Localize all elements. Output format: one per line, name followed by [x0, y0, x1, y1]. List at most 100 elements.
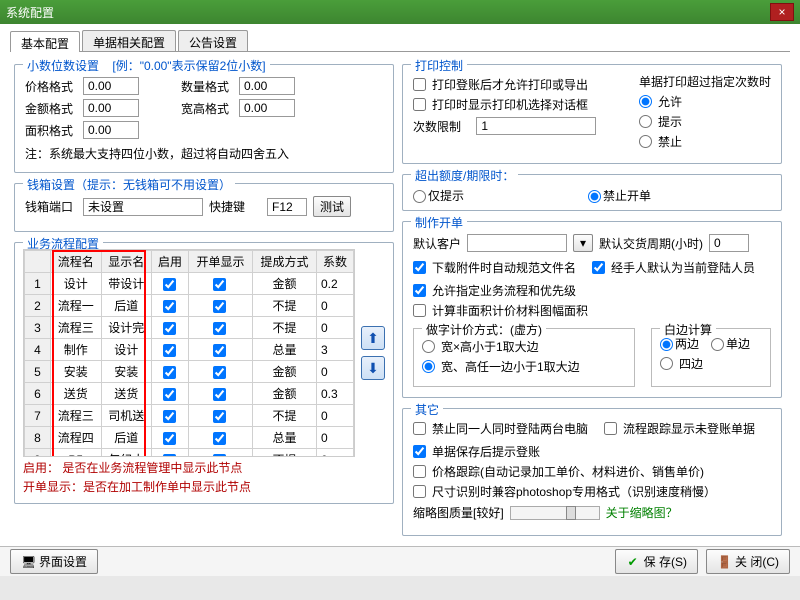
- move-up-button[interactable]: ⬆: [361, 326, 385, 350]
- tab-docs[interactable]: 单据相关配置: [82, 30, 176, 51]
- decimal-note: 注：系统最大支持四位小数，超过将自动四舍五入: [25, 145, 383, 162]
- show-checkbox[interactable]: [213, 278, 226, 291]
- enable-checkbox[interactable]: [163, 454, 176, 457]
- edge-one[interactable]: [711, 338, 724, 351]
- price-format-input[interactable]: [83, 77, 139, 95]
- show-checkbox[interactable]: [213, 344, 226, 357]
- edge-four[interactable]: [660, 357, 673, 370]
- table-row[interactable]: 6送货送货金额0.3: [25, 383, 354, 405]
- open-chk1[interactable]: [413, 261, 426, 274]
- tab-bar: 基本配置 单据相关配置 公告设置: [10, 30, 790, 52]
- bizflow-grid[interactable]: 流程名显示名启用开单显示提成方式系数1设计带设计金额0.22流程一后道不提03流…: [23, 249, 355, 457]
- print-over-allow[interactable]: [639, 95, 652, 108]
- show-checkbox[interactable]: [213, 410, 226, 423]
- calc-opt1[interactable]: [422, 340, 435, 353]
- enable-checkbox[interactable]: [163, 300, 176, 313]
- show-checkbox[interactable]: [213, 322, 226, 335]
- default-customer-label: 默认客户: [413, 235, 461, 252]
- show-checkbox[interactable]: [213, 454, 226, 457]
- ui-setup-button[interactable]: 🖥界面设置: [10, 549, 98, 574]
- print-over-prompt[interactable]: [639, 115, 652, 128]
- close-icon[interactable]: ×: [770, 3, 794, 21]
- cashbox-group: 钱箱设置（提示：无钱箱可不用设置） 钱箱端口 快捷键 测试: [14, 183, 394, 232]
- wh-format-input[interactable]: [239, 99, 295, 117]
- main-content: 基本配置 单据相关配置 公告设置 小数位数设置 [例："0.00"表示保留2位小…: [0, 24, 800, 576]
- print-limit-label: 次数限制: [413, 118, 461, 135]
- overdue-prompt[interactable]: [413, 190, 426, 203]
- window-title: 系统配置: [6, 4, 770, 21]
- edge-two[interactable]: [660, 338, 673, 351]
- bizflow-help1: 启用： 是否在业务流程管理中显示此节点: [23, 459, 385, 476]
- overdue-title: 超出额度/期限时：: [411, 167, 518, 184]
- table-row[interactable]: 8流程四后道总量0: [25, 427, 354, 449]
- cashbox-title: 钱箱设置（提示：无钱箱可不用设置）: [23, 176, 235, 193]
- enable-checkbox[interactable]: [163, 322, 176, 335]
- other-chk5[interactable]: [413, 485, 426, 498]
- table-row[interactable]: 7流程三司机送不提0: [25, 405, 354, 427]
- open-chk3[interactable]: [413, 284, 426, 297]
- tab-basic[interactable]: 基本配置: [10, 31, 80, 52]
- overdue-group: 超出额度/期限时： 仅提示 禁止开单: [402, 174, 782, 211]
- save-button[interactable]: ✔保 存(S): [615, 549, 698, 574]
- show-checkbox[interactable]: [213, 300, 226, 313]
- enable-checkbox[interactable]: [163, 410, 176, 423]
- move-down-button[interactable]: ⬇: [361, 356, 385, 380]
- cashbox-port-label: 钱箱端口: [25, 198, 77, 215]
- decimal-title: 小数位数设置 [例："0.00"表示保留2位小数]: [23, 57, 270, 74]
- open-chk4[interactable]: [413, 304, 426, 317]
- enable-checkbox[interactable]: [163, 278, 176, 291]
- cashbox-port-input[interactable]: [83, 198, 203, 216]
- calc-title: 做字计价方式：(虚方): [422, 321, 546, 338]
- enable-checkbox[interactable]: [163, 366, 176, 379]
- wh-format-label: 宽高格式: [181, 100, 233, 117]
- print-chk1[interactable]: [413, 78, 426, 91]
- enable-checkbox[interactable]: [163, 432, 176, 445]
- other-chk3[interactable]: [413, 445, 426, 458]
- default-customer-input[interactable]: [467, 234, 567, 252]
- cashbox-hotkey-input[interactable]: [267, 198, 307, 216]
- calc-opt2[interactable]: [422, 360, 435, 373]
- other-chk4[interactable]: [413, 465, 426, 478]
- title-bar: 系统配置 ×: [0, 0, 800, 24]
- cashbox-test-button[interactable]: 测试: [313, 196, 351, 217]
- edge-title: 白边计算: [660, 321, 716, 338]
- print-over-forbid[interactable]: [639, 135, 652, 148]
- show-checkbox[interactable]: [213, 432, 226, 445]
- table-row[interactable]: 5安装安装金额0: [25, 361, 354, 383]
- check-icon: ✔: [626, 555, 640, 569]
- area-format-input[interactable]: [83, 121, 139, 139]
- openorder-group: 制作开单 默认客户 ▾ 默认交货周期(小时) 下载附件时自动规范文件名 经手人默…: [402, 221, 782, 398]
- other-chk1[interactable]: [413, 422, 426, 435]
- print-limit-input[interactable]: [476, 117, 596, 135]
- door-icon: 🚪: [717, 555, 731, 569]
- overdue-forbid[interactable]: [588, 190, 601, 203]
- enable-checkbox[interactable]: [163, 344, 176, 357]
- table-row[interactable]: 9P5年纪大不提0: [25, 449, 354, 458]
- thumb-quality-slider[interactable]: [510, 506, 600, 520]
- decimal-group: 小数位数设置 [例："0.00"表示保留2位小数] 价格格式 数量格式 金额格式…: [14, 64, 394, 173]
- qty-format-label: 数量格式: [181, 78, 233, 95]
- table-row[interactable]: 4制作设计总量3: [25, 339, 354, 361]
- print-chk2[interactable]: [413, 98, 426, 111]
- print-title: 打印控制: [411, 57, 467, 74]
- table-row[interactable]: 2流程一后道不提0: [25, 295, 354, 317]
- other-chk2[interactable]: [604, 422, 617, 435]
- customer-lookup-button[interactable]: ▾: [573, 234, 593, 252]
- table-row[interactable]: 1设计带设计金额0.2: [25, 273, 354, 295]
- print-group: 打印控制 打印登账后才允许打印或导出 打印时显示打印机选择对话框 次数限制 单据…: [402, 64, 782, 164]
- amount-format-input[interactable]: [83, 99, 139, 117]
- amount-format-label: 金额格式: [25, 100, 77, 117]
- area-format-label: 面积格式: [25, 122, 77, 139]
- close-button[interactable]: 🚪关 闭(C): [706, 549, 790, 574]
- qty-format-input[interactable]: [239, 77, 295, 95]
- show-checkbox[interactable]: [213, 366, 226, 379]
- tab-notice[interactable]: 公告设置: [178, 30, 248, 51]
- show-checkbox[interactable]: [213, 388, 226, 401]
- about-thumbnail-link[interactable]: 关于缩略图？: [606, 504, 678, 521]
- layout-icon: 🖥: [21, 555, 35, 569]
- cycle-input[interactable]: [709, 234, 749, 252]
- thumb-quality-label: 缩略图质量[较好]: [413, 504, 504, 521]
- table-row[interactable]: 3流程三设计完不提0: [25, 317, 354, 339]
- open-chk2[interactable]: [592, 261, 605, 274]
- enable-checkbox[interactable]: [163, 388, 176, 401]
